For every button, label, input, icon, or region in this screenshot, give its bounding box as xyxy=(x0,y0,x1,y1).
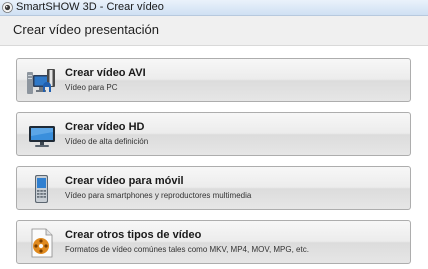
smartshow-app-icon[interactable] xyxy=(2,2,13,13)
video-file-icon xyxy=(31,228,53,258)
option-subtitle: Vídeo para PC xyxy=(65,83,118,92)
create-other-video-button[interactable]: Crear otros tipos de vídeo Formatos de v… xyxy=(16,220,411,264)
option-subtitle: Formatos de vídeo comúnes tales como MKV… xyxy=(65,245,309,254)
mobile-phone-icon xyxy=(35,175,48,203)
create-hd-video-button[interactable]: Crear vídeo HD Vídeo de alta definición xyxy=(16,112,411,156)
create-mobile-video-button[interactable]: Crear vídeo para móvil Vídeo para smartp… xyxy=(16,166,411,210)
create-video-window: SmartSHOW 3D - Crear vídeo Crear vídeo p… xyxy=(0,0,428,269)
option-subtitle: Vídeo de alta definición xyxy=(65,137,149,146)
pc-video-icon xyxy=(27,69,55,94)
title-bar[interactable]: SmartSHOW 3D - Crear vídeo xyxy=(0,0,428,16)
page-heading: Crear vídeo presentación xyxy=(13,22,159,37)
option-title: Crear vídeo para móvil xyxy=(65,175,184,187)
window-title: SmartSHOW 3D - Crear vídeo xyxy=(16,1,164,13)
create-avi-video-button[interactable]: Crear vídeo AVI Vídeo para PC xyxy=(16,58,411,102)
options-panel: Crear vídeo AVI Vídeo para PC Crear víde… xyxy=(0,45,428,269)
option-title: Crear otros tipos de vídeo xyxy=(65,229,202,241)
option-subtitle: Vídeo para smartphones y reproductores m… xyxy=(65,191,252,200)
option-title: Crear vídeo AVI xyxy=(65,67,146,79)
hd-tv-icon xyxy=(29,126,55,147)
option-title: Crear vídeo HD xyxy=(65,121,145,133)
